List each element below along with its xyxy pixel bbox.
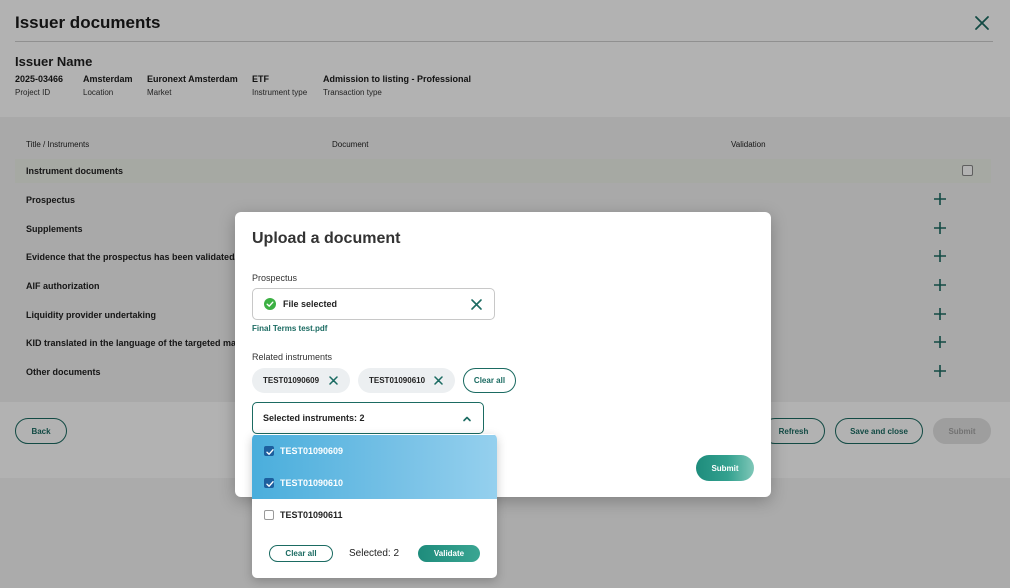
checkmark-icon — [266, 449, 274, 455]
prospectus-label: Prospectus — [252, 273, 298, 283]
dropdown-option[interactable]: TEST01090609 — [252, 435, 497, 467]
dialog-submit-button[interactable]: Submit — [696, 455, 754, 481]
dropdown-clear-all-button[interactable]: Clear all — [269, 545, 333, 562]
option-checkbox[interactable] — [264, 478, 274, 488]
dropdown-option[interactable]: TEST01090611 — [252, 499, 497, 531]
check-circle-icon — [264, 298, 276, 310]
instruments-dropdown: TEST01090609 TEST01090610 TEST01090611 C… — [252, 434, 497, 578]
related-instruments-label: Related instruments — [252, 352, 333, 362]
file-input[interactable]: File selected — [252, 288, 495, 320]
clear-all-chips-button[interactable]: Clear all — [463, 368, 516, 393]
dialog-title: Upload a document — [252, 230, 401, 247]
option-checkbox[interactable] — [264, 446, 274, 456]
chip-label: TEST01090610 — [369, 376, 426, 385]
clear-file-icon[interactable] — [470, 298, 483, 311]
option-checkbox[interactable] — [264, 510, 274, 520]
instrument-chip: TEST01090610 — [358, 368, 455, 393]
option-label: TEST01090610 — [280, 478, 344, 488]
validate-button[interactable]: Validate — [418, 545, 480, 562]
remove-chip-icon[interactable] — [328, 375, 339, 386]
selected-count: Selected: 2 — [349, 548, 400, 559]
select-value: Selected instruments: 2 — [263, 413, 365, 423]
file-status: File selected — [283, 299, 338, 309]
chip-label: TEST01090609 — [263, 376, 320, 385]
remove-chip-icon[interactable] — [433, 375, 444, 386]
file-name-link[interactable]: Final Terms test.pdf — [252, 324, 327, 333]
option-label: TEST01090611 — [280, 510, 343, 520]
option-label: TEST01090609 — [280, 446, 344, 456]
instrument-chip: TEST01090609 — [252, 368, 350, 393]
instruments-select[interactable]: Selected instruments: 2 — [252, 402, 484, 434]
chevron-up-icon — [463, 416, 471, 422]
dropdown-option[interactable]: TEST01090610 — [252, 467, 497, 499]
checkmark-icon — [266, 481, 274, 487]
